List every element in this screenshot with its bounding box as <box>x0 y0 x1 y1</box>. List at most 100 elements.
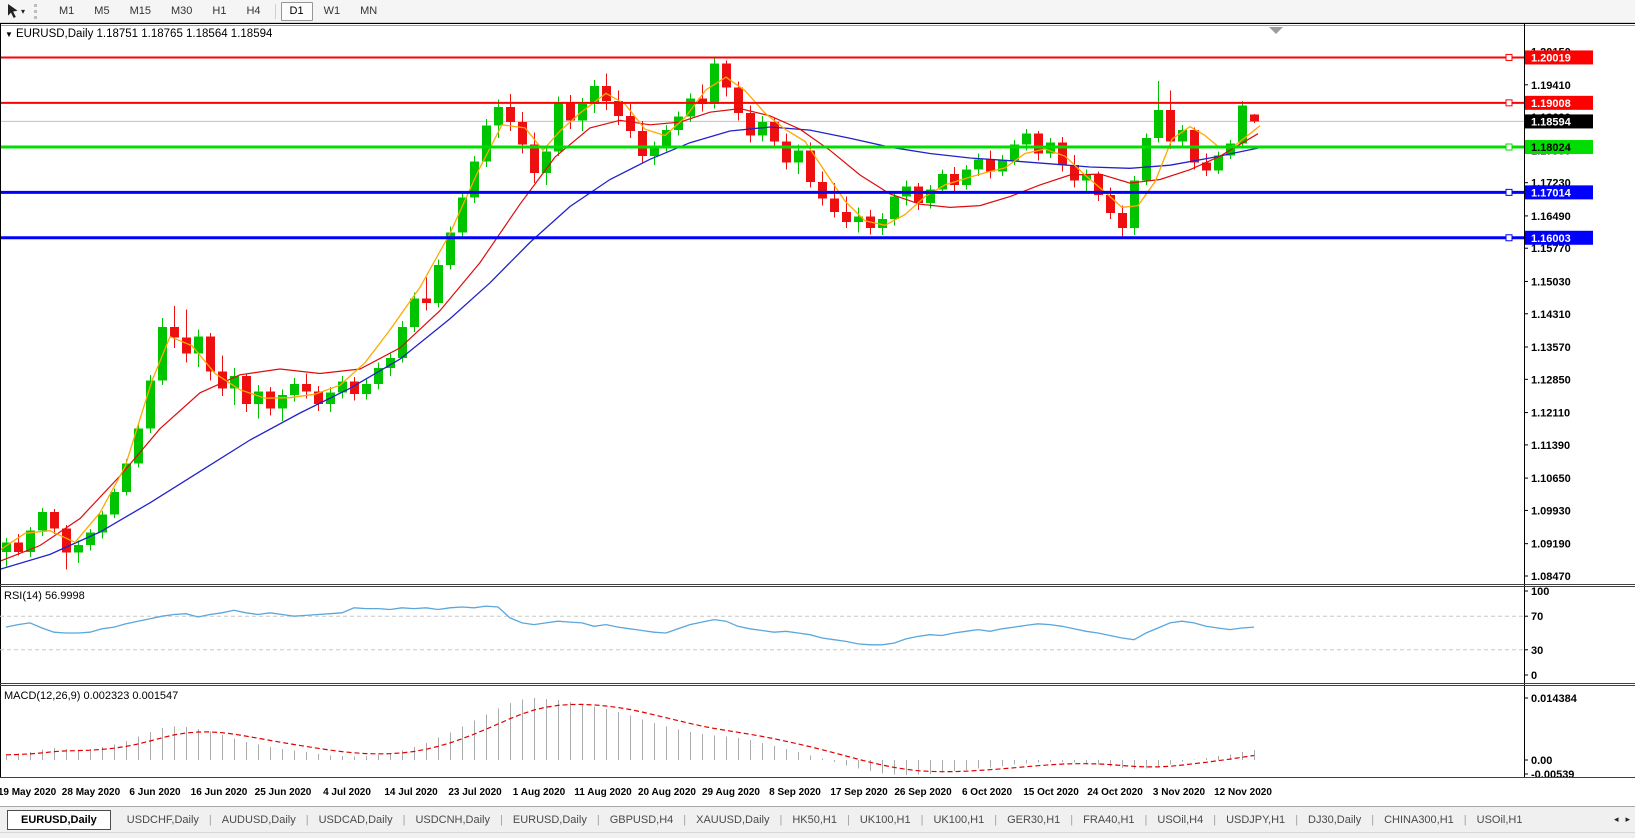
tab-separator: | <box>921 814 924 826</box>
hline-handle[interactable] <box>1506 189 1512 195</box>
tab-scroll-left-icon[interactable]: ◂ <box>1614 814 1619 825</box>
price-tick-label: 1.10650 <box>1531 473 1571 485</box>
timeframe-button-mn[interactable]: MN <box>351 2 386 21</box>
candle-bearish <box>1106 195 1115 213</box>
price-tick-label: 1.11390 <box>1531 440 1570 452</box>
tab-separator: | <box>779 814 782 826</box>
chart-tab-xauusd-daily[interactable]: XAUUSD,Daily <box>687 811 778 829</box>
tab-separator: | <box>1145 814 1148 826</box>
date-tick-label: 23 Jul 2020 <box>448 787 502 798</box>
hline-price-label: 1.19008 <box>1531 98 1571 110</box>
timeframe-button-h4[interactable]: H4 <box>237 2 269 21</box>
date-tick-label: 26 Sep 2020 <box>894 787 952 798</box>
date-tick-label: 1 Aug 2020 <box>513 787 566 798</box>
tab-separator: | <box>1213 814 1216 826</box>
chart-window[interactable]: ▼EURUSD,Daily 1.18751 1.18765 1.18564 1.… <box>0 23 1635 806</box>
hline-price-label: 1.17014 <box>1531 187 1572 199</box>
timeframe-button-m30[interactable]: M30 <box>162 2 201 21</box>
price-tick-label: 1.13570 <box>1531 342 1571 354</box>
price-tick-label: 1.15770 <box>1531 243 1571 255</box>
chart-tab-usdcad-daily[interactable]: USDCAD,Daily <box>310 811 402 829</box>
price-tick-label: 1.14310 <box>1531 309 1571 321</box>
toolbar-grip[interactable] <box>34 4 40 19</box>
candle-bearish <box>638 131 647 156</box>
candle-wick <box>1086 170 1087 192</box>
chart-tab-fra40-h1[interactable]: FRA40,H1 <box>1074 811 1143 829</box>
hline-handle[interactable] <box>1506 235 1512 241</box>
candle-bearish <box>302 384 311 392</box>
tab-separator: | <box>209 814 212 826</box>
candle-bullish <box>578 104 587 120</box>
date-tick-label: 8 Sep 2020 <box>769 787 821 798</box>
chart-tab-usoil-h1[interactable]: USOil,H1 <box>1468 811 1532 829</box>
candle-bearish <box>566 102 575 120</box>
chart-tab-dj30-daily[interactable]: DJ30,Daily <box>1299 811 1370 829</box>
timeframe-button-m1[interactable]: M1 <box>50 2 83 21</box>
timeframe-button-m5[interactable]: M5 <box>85 2 118 21</box>
price-chart-canvas[interactable]: ▼EURUSD,Daily 1.18751 1.18765 1.18564 1.… <box>0 23 1635 806</box>
date-tick-label: 28 May 2020 <box>62 787 121 798</box>
chart-tab-hk50-h1[interactable]: HK50,H1 <box>783 811 846 829</box>
chart-tab-eurusd-daily[interactable]: EURUSD,Daily <box>504 811 596 829</box>
macd-tick-label: 0.014384 <box>1531 693 1578 705</box>
hline-handle[interactable] <box>1506 100 1512 106</box>
date-tick-label: 19 May 2020 <box>0 787 57 798</box>
candle-bullish <box>662 130 671 146</box>
candle-bullish <box>410 299 419 327</box>
date-tick-label: 14 Jul 2020 <box>384 787 438 798</box>
candle-bearish <box>722 64 731 88</box>
chart-tab-usdjpy-h1[interactable]: USDJPY,H1 <box>1217 811 1294 829</box>
rsi-indicator-label: RSI(14) 56.9998 <box>4 590 85 602</box>
rsi-tick-label: 100 <box>1531 586 1549 598</box>
rsi-tick-label: 70 <box>1531 611 1543 623</box>
date-tick-label: 6 Jun 2020 <box>129 787 181 798</box>
chart-tab-china300-h1[interactable]: CHINA300,H1 <box>1375 811 1463 829</box>
chart-tab-audusd-daily[interactable]: AUDUSD,Daily <box>213 811 305 829</box>
rsi-tick-label: 30 <box>1531 645 1543 657</box>
chart-tab-ger30-h1[interactable]: GER30,H1 <box>998 811 1069 829</box>
candle-bullish <box>1130 180 1139 228</box>
candle-bullish <box>458 197 467 232</box>
candle-bearish <box>782 141 791 162</box>
chart-tab-uk100-h1[interactable]: UK100,H1 <box>851 811 920 829</box>
price-tick-label: 1.16490 <box>1531 211 1571 223</box>
chart-collapse-icon: ▼ <box>5 30 13 39</box>
timeframe-button-h1[interactable]: H1 <box>203 2 235 21</box>
candle-bearish <box>518 122 527 144</box>
candle-bullish <box>794 150 803 162</box>
price-tick-label: 1.12850 <box>1531 374 1571 386</box>
tab-scroll-right-icon[interactable]: ▸ <box>1625 814 1630 825</box>
candle-bullish <box>938 174 947 189</box>
candle-bearish <box>770 122 779 141</box>
top-toolbar: ▾ M1M5M15M30H1H4 D1W1MN <box>0 0 1635 23</box>
candle-wick <box>186 310 187 363</box>
macd-tick-label: 0.00 <box>1531 755 1552 767</box>
chart-tab-uk100-h1[interactable]: UK100,H1 <box>924 811 993 829</box>
candle-bearish <box>182 338 191 354</box>
timeframe-button-m15[interactable]: M15 <box>121 2 160 21</box>
candle-wick <box>702 84 703 111</box>
hline-handle[interactable] <box>1506 144 1512 150</box>
candle-bullish <box>146 381 155 429</box>
status-bar <box>0 832 1635 838</box>
price-tick-label: 1.19410 <box>1531 80 1571 92</box>
candle-bearish <box>530 145 539 173</box>
timeframe-button-d1[interactable]: D1 <box>281 2 313 21</box>
candle-bullish <box>110 492 119 514</box>
candle-bearish <box>266 391 275 408</box>
price-tick-label: 1.09190 <box>1531 539 1571 551</box>
timeframe-button-w1[interactable]: W1 <box>315 2 350 21</box>
chart-tab-usdcnh-daily[interactable]: USDCNH,Daily <box>406 811 499 829</box>
chart-tab-usdchf-daily[interactable]: USDCHF,Daily <box>118 811 208 829</box>
chart-tab-eurusd-daily[interactable]: EURUSD,Daily <box>7 810 111 830</box>
date-tick-label: 20 Aug 2020 <box>638 787 696 798</box>
hline-price-label: 1.18024 <box>1531 142 1572 154</box>
tab-separator: | <box>306 814 309 826</box>
hline-handle[interactable] <box>1506 54 1512 60</box>
chart-tab-gbpusd-h4[interactable]: GBPUSD,H4 <box>601 811 683 829</box>
cursor-tool-button[interactable]: ▾ <box>3 2 27 20</box>
macd-indicator-label: MACD(12,26,9) 0.002323 0.001547 <box>4 690 178 702</box>
tab-separator: | <box>847 814 850 826</box>
chart-tab-usoil-h4[interactable]: USOil,H4 <box>1148 811 1212 829</box>
tab-scroll-arrows: ◂▸ <box>1614 807 1630 832</box>
